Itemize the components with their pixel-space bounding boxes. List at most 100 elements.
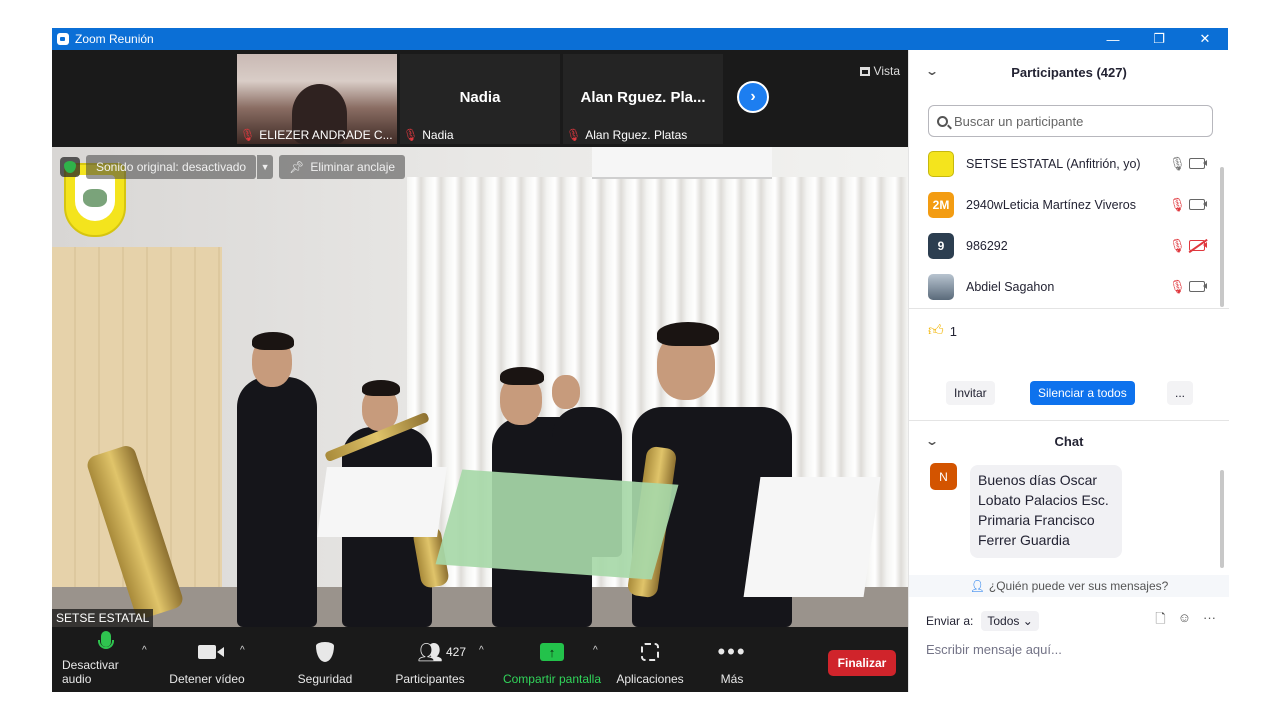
search-icon (937, 115, 948, 127)
meeting-toolbar: Desactivar audio ^ Detener vídeo ^ Segur… (52, 627, 908, 692)
main-video[interactable]: Sonido original: desactivado ▼ 📌︎ Elimin… (52, 147, 908, 627)
reaction-count: 1 (949, 323, 957, 339)
participant-count: 427 (446, 645, 467, 659)
title-bar: Zoom Reunión — ❐ ✕ (52, 28, 1228, 50)
avatar (928, 273, 954, 300)
share-options-caret-icon[interactable]: ^ (593, 645, 598, 656)
camera-icon (198, 645, 224, 659)
collapse-chevron-icon[interactable]: ⌄ (925, 64, 939, 78)
audio-options-caret-icon[interactable]: ^ (142, 645, 147, 656)
emoji-icon[interactable]: ☺︎ (1178, 610, 1191, 632)
zoom-window: Zoom Reunión — ❐ ✕ 🎙︎ ELIEZER ANDRADE C.… (52, 28, 1229, 692)
apps-icon (641, 643, 659, 661)
end-meeting-button[interactable]: Finalizar (828, 650, 896, 676)
participant-row[interactable]: Abdiel Sagahon 🎙︎ (909, 266, 1229, 307)
video-green-music-stand (435, 469, 679, 580)
who-can-see-link[interactable]: 👤︎ ¿Quién puede ver sus mensajes? (909, 575, 1229, 597)
send-to-select[interactable]: Todos ⌄ (981, 611, 1039, 631)
original-sound-dropdown-icon[interactable]: ▼ (257, 155, 274, 179)
divider (909, 308, 1229, 309)
participant-list-scrollbar[interactable] (1220, 167, 1224, 307)
participant-name: SETSE ESTATAL (Anfitrión, yo) (966, 156, 1141, 171)
participants-button[interactable]: 👥︎ Participantes (392, 627, 468, 692)
avatar (928, 150, 954, 177)
video-saxophonist-2-hair (657, 322, 719, 346)
share-screen-button[interactable]: ↑ Compartir pantalla (498, 627, 606, 692)
camera-icon[interactable] (1189, 158, 1207, 169)
thumbnail-eliezer[interactable]: 🎙︎ ELIEZER ANDRADE C... (237, 54, 397, 144)
invite-button[interactable]: Invitar (946, 381, 995, 405)
person-info-icon: 👤︎ (969, 579, 985, 593)
participant-row[interactable]: 2M 2940wLeticia Martínez Viveros 🎙︎ (909, 184, 1229, 225)
participant-row[interactable]: 9 986292 🎙︎ (909, 225, 1229, 266)
chevron-down-icon: ⌄ (1022, 614, 1033, 628)
chat-message-line: Buenos días Oscar (978, 472, 1098, 488)
chat-message-line: Ferrer Guardia (978, 532, 1070, 548)
avatar: 9 (928, 232, 954, 259)
camera-icon[interactable] (1189, 281, 1207, 292)
mute-all-button[interactable]: Silenciar a todos (1030, 381, 1135, 405)
participant-list: SETSE ESTATAL (Anfitrión, yo) 🎙︎ 2M 2940… (909, 143, 1229, 307)
grid-view-icon (859, 66, 870, 76)
participant-row[interactable]: SETSE ESTATAL (Anfitrión, yo) 🎙︎ (909, 143, 1229, 184)
muted-mic-icon: 🎙︎ (403, 128, 419, 142)
who-can-see-label: ¿Quién puede ver sus mensajes? (988, 579, 1169, 593)
muted-mic-icon[interactable]: 🎙︎ (1169, 197, 1186, 213)
meeting-stage: 🎙︎ ELIEZER ANDRADE C... Nadia 🎙︎ Nadia A… (52, 50, 908, 692)
search-placeholder: Buscar un participante (954, 113, 1084, 129)
muted-mic-icon[interactable]: 🎙︎ (1169, 238, 1186, 254)
mute-audio-button[interactable]: Desactivar audio (62, 627, 150, 692)
thumbnail-center-name: Nadia (459, 89, 501, 106)
view-label: Vista (873, 64, 900, 78)
camera-icon[interactable] (1189, 199, 1207, 210)
chat-title: Chat (1054, 433, 1084, 449)
participant-actions: Invitar Silenciar a todos ... (909, 381, 1229, 405)
chat-header: ⌄ Chat (909, 426, 1229, 456)
thumbnail-strip: 🎙︎ ELIEZER ANDRADE C... Nadia 🎙︎ Nadia A… (52, 50, 908, 147)
encryption-shield-icon[interactable] (60, 157, 80, 177)
camera-off-icon[interactable] (1189, 240, 1207, 251)
thumbnail-nadia[interactable]: Nadia 🎙︎ Nadia (400, 54, 560, 144)
avatar: 2M (928, 191, 954, 218)
video-options-caret-icon[interactable]: ^ (240, 645, 245, 656)
chat-scrollbar[interactable] (1220, 470, 1224, 568)
video-saxophonist-1-hair (500, 367, 544, 385)
restore-button[interactable]: ❐ (1136, 28, 1182, 50)
muted-mic-icon: 🎙︎ (240, 128, 256, 142)
share-screen-label: Compartir pantalla (502, 672, 602, 686)
reaction-summary: 👍︎ 1 (928, 322, 957, 340)
video-music-stand (743, 477, 881, 597)
thumbnail-alan[interactable]: Alan Rguez. Pla... 🎙︎ Alan Rguez. Platas (563, 54, 723, 144)
video-trombonist-hair (362, 380, 400, 396)
minimize-button[interactable]: — (1090, 28, 1136, 50)
shield-icon (316, 642, 334, 662)
next-page-arrow-icon[interactable]: › (737, 81, 769, 113)
participants-options-caret-icon[interactable]: ^ (479, 645, 484, 656)
more-button[interactable]: ••• Más (712, 627, 752, 692)
participant-name: 986292 (966, 238, 1008, 253)
share-screen-icon: ↑ (540, 643, 564, 661)
thumbnail-center-name: Alan Rguez. Pla... (580, 89, 706, 106)
participants-more-button[interactable]: ... (1167, 381, 1194, 405)
participant-search-input[interactable]: Buscar un participante (928, 105, 1213, 137)
apps-button[interactable]: Aplicaciones (614, 627, 686, 692)
unpin-button[interactable]: 📌︎ Eliminar anclaje (279, 155, 406, 179)
chat-message-line: Lobato Palacios Esc. (978, 492, 1109, 508)
more-dots-icon[interactable]: ··· (1203, 610, 1216, 632)
file-icon[interactable]: 🗋︎ (1155, 610, 1165, 632)
video-overlay-controls: Sonido original: desactivado ▼ 📌︎ Elimin… (60, 155, 406, 179)
original-sound-toggle[interactable]: Sonido original: desactivado (86, 155, 257, 179)
setse-logo-inner (75, 175, 115, 221)
close-button[interactable]: ✕ (1182, 28, 1228, 50)
stop-video-button[interactable]: Detener vídeo (167, 627, 247, 692)
mic-icon[interactable]: 🎙︎ (1169, 156, 1186, 172)
collapse-chevron-icon[interactable]: ⌄ (925, 434, 939, 448)
divider (909, 420, 1229, 421)
view-button[interactable]: Vista (859, 64, 900, 78)
chat-compose-input[interactable]: Escribir mensaje aquí... (926, 642, 1062, 657)
unpin-label: Eliminar anclaje (310, 160, 396, 174)
more-dots-icon: ••• (717, 639, 747, 664)
security-button[interactable]: Seguridad (292, 627, 358, 692)
video-name-caption: SETSE ESTATAL (52, 609, 154, 627)
muted-mic-icon[interactable]: 🎙︎ (1169, 279, 1186, 295)
